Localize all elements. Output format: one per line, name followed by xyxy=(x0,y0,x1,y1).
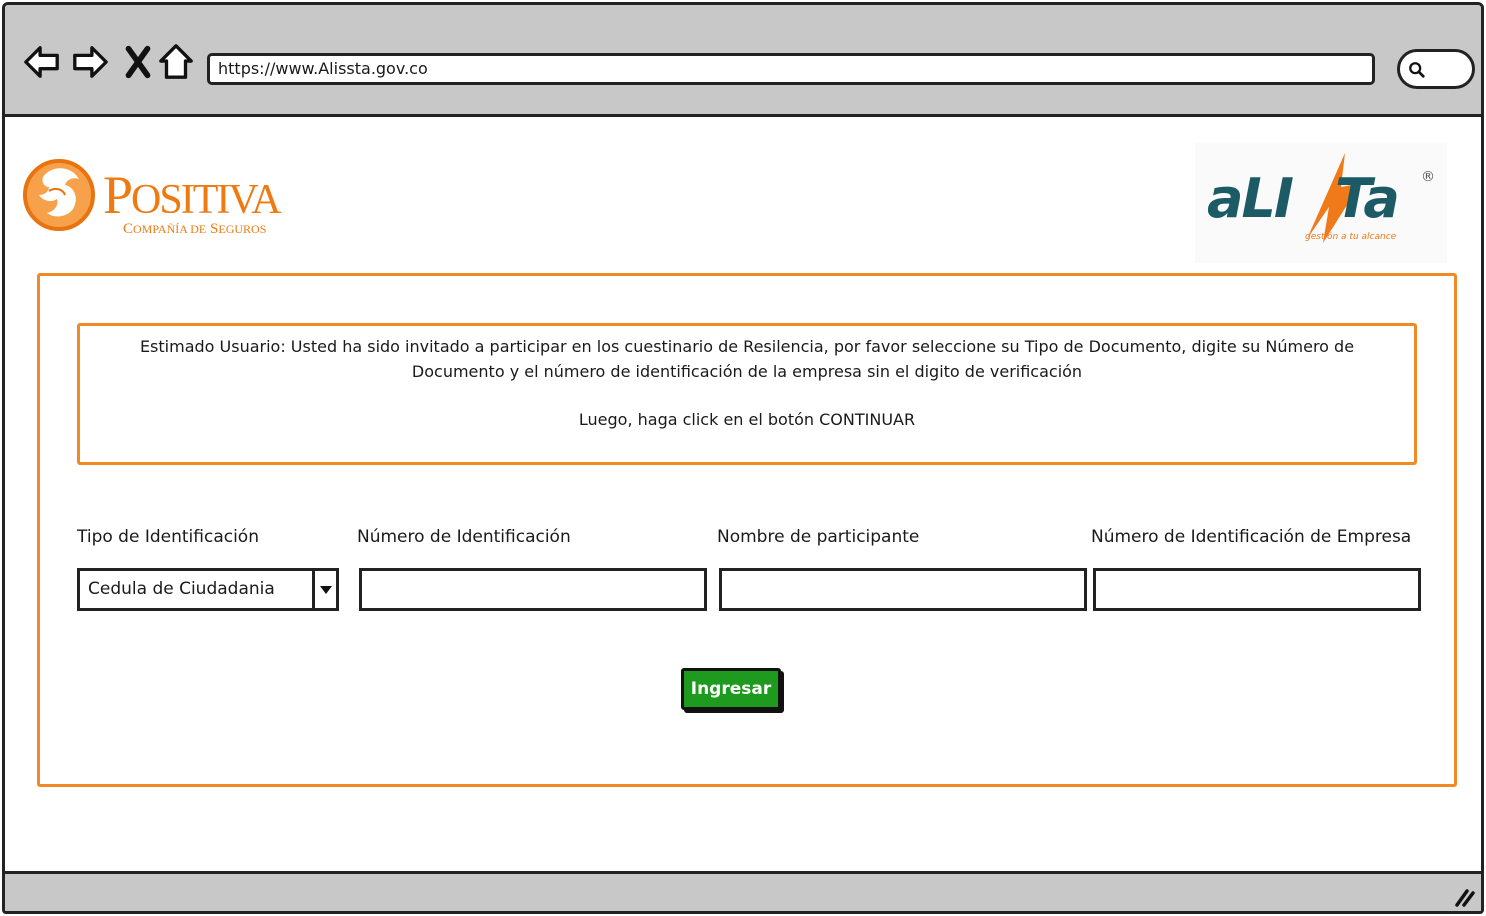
alista-logo: aLI Ta ® gestión a tu alcance xyxy=(1195,143,1447,263)
doc-type-label: Tipo de Identificación xyxy=(77,527,259,547)
forward-arrow-icon[interactable] xyxy=(69,41,111,83)
svg-text:Ta: Ta xyxy=(1335,167,1398,230)
doc-type-selected-value: Cedula de Ciudadania xyxy=(88,579,275,599)
doc-number-input[interactable] xyxy=(359,568,707,611)
svg-text:®: ® xyxy=(1421,169,1435,185)
browser-search-box[interactable] xyxy=(1397,49,1475,89)
svg-text:gestión a tu alcance: gestión a tu alcance xyxy=(1305,231,1397,242)
browser-toolbar: https://www.Alissta.gov.co xyxy=(5,5,1481,117)
doc-number-label: Número de Identificación xyxy=(357,527,571,547)
notice-continue-text: Luego, haga click en el botón CONTINUAR xyxy=(578,410,916,429)
svg-text:COMPAÑÍA DE SEGUROS: COMPAÑÍA DE SEGUROS xyxy=(123,221,266,237)
svg-text:POSITIVA: POSITIVA xyxy=(103,165,282,225)
address-bar[interactable]: https://www.Alissta.gov.co xyxy=(207,53,1375,85)
notice-text: Estimado Usuario: Usted ha sido invitado… xyxy=(139,337,1355,381)
chevron-down-icon[interactable] xyxy=(312,571,336,608)
close-x-icon[interactable] xyxy=(117,41,159,83)
resize-grip-icon[interactable] xyxy=(1451,885,1475,907)
search-icon xyxy=(1409,62,1425,78)
home-icon[interactable] xyxy=(155,41,197,83)
svg-text:aLI: aLI xyxy=(1207,167,1293,230)
participant-name-label: Nombre de participante xyxy=(717,527,920,547)
browser-window: https://www.Alissta.gov.co POSITIVA COMP… xyxy=(2,2,1484,914)
positiva-logo: POSITIVA COMPAÑÍA DE SEGUROS xyxy=(21,147,331,243)
instructions-notice: Estimado Usuario: Usted ha sido invitado… xyxy=(77,323,1417,465)
back-arrow-icon[interactable] xyxy=(21,41,63,83)
company-id-label: Número de Identificación de Empresa xyxy=(1091,527,1412,547)
participant-name-input[interactable] xyxy=(719,568,1087,611)
doc-type-select[interactable]: Cedula de Ciudadania xyxy=(77,568,339,611)
browser-statusbar xyxy=(5,871,1481,911)
ingresar-button[interactable]: Ingresar xyxy=(681,668,781,710)
company-id-input[interactable] xyxy=(1093,568,1421,611)
